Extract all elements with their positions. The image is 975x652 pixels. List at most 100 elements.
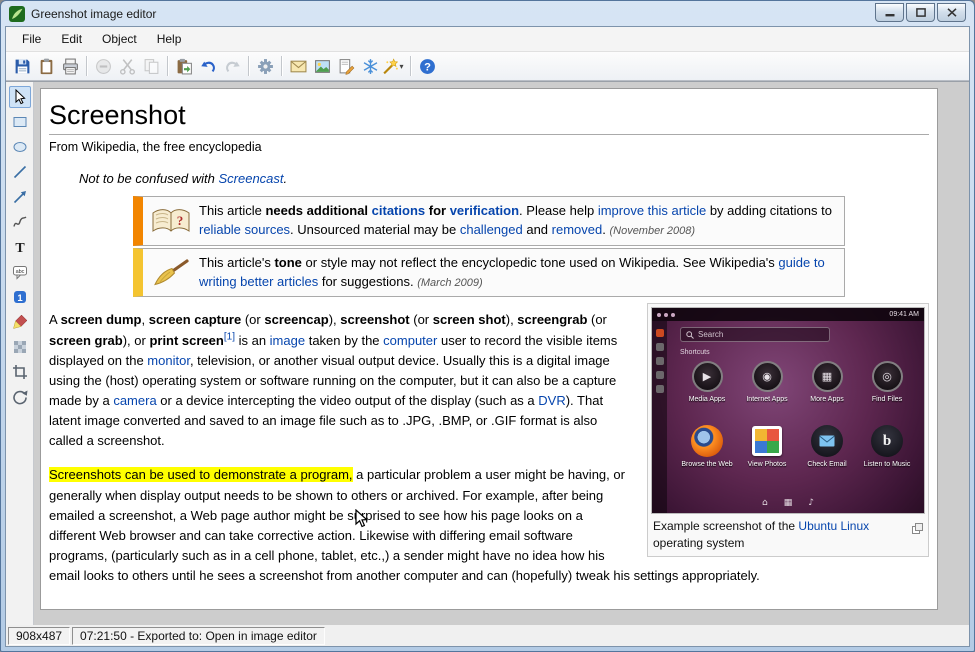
text-segment: print screen bbox=[149, 333, 223, 348]
menu-object[interactable]: Object bbox=[92, 28, 147, 50]
toolbar-separator bbox=[248, 56, 249, 76]
obfuscate-tool[interactable] bbox=[9, 336, 31, 358]
crop-icon bbox=[12, 364, 28, 380]
settings-icon bbox=[257, 58, 274, 75]
editor-canvas[interactable]: Screenshot From Wikipedia, the free ency… bbox=[34, 82, 969, 625]
edit-button[interactable] bbox=[334, 54, 358, 78]
internet-apps-icon: ◉ bbox=[752, 361, 783, 392]
toolbar-separator bbox=[410, 56, 411, 76]
copy-to-clipboard-button[interactable] bbox=[34, 54, 58, 78]
text-segment: screen dump bbox=[61, 312, 142, 327]
freehand-tool[interactable] bbox=[9, 211, 31, 233]
help-button[interactable]: ? bbox=[415, 54, 439, 78]
delete-icon bbox=[95, 58, 112, 75]
text-segment: Example screenshot of the bbox=[653, 519, 798, 533]
text-segment: This article's bbox=[199, 255, 274, 270]
counter-tool[interactable]: 1 bbox=[9, 286, 31, 308]
effects-button[interactable] bbox=[358, 54, 382, 78]
text-segment: taken by the bbox=[305, 333, 383, 348]
help-icon: ? bbox=[419, 58, 436, 75]
freehand-icon bbox=[12, 214, 28, 230]
text-segment: Not to be confused with bbox=[79, 171, 218, 186]
copy-button[interactable] bbox=[139, 54, 163, 78]
undo-button[interactable] bbox=[196, 54, 220, 78]
selection-tool[interactable] bbox=[9, 86, 31, 108]
print-icon bbox=[62, 58, 79, 75]
email-icon bbox=[290, 58, 307, 75]
svg-text:1: 1 bbox=[17, 293, 23, 304]
more-apps-icon: ▦ bbox=[812, 361, 843, 392]
menu-help[interactable]: Help bbox=[147, 28, 192, 50]
ellipse-icon bbox=[12, 139, 28, 155]
cursor-icon bbox=[12, 89, 28, 105]
minimize-button[interactable] bbox=[875, 3, 904, 22]
link-text: computer bbox=[383, 333, 437, 348]
tone-notice: This article's tone or style may not ref… bbox=[133, 248, 845, 298]
toolbar-separator bbox=[281, 56, 282, 76]
titlebar[interactable]: Greenshot image editor bbox=[5, 1, 970, 26]
rotate-tool[interactable] bbox=[9, 386, 31, 408]
text-segment: needs additional bbox=[265, 203, 371, 218]
clipboard-icon bbox=[38, 58, 55, 75]
link-text: verification bbox=[450, 203, 519, 218]
arrow-tool[interactable] bbox=[9, 186, 31, 208]
paste-button[interactable] bbox=[172, 54, 196, 78]
music-note-icon: ♪ bbox=[808, 497, 814, 511]
music-app-icon: b bbox=[871, 425, 903, 457]
delete-button[interactable] bbox=[91, 54, 115, 78]
line-tool[interactable] bbox=[9, 161, 31, 183]
counter-icon: 1 bbox=[12, 289, 28, 305]
maximize-button[interactable] bbox=[906, 3, 935, 22]
highlighter-icon bbox=[12, 314, 28, 330]
redo-button[interactable] bbox=[220, 54, 244, 78]
highlighter-tool[interactable] bbox=[9, 311, 31, 333]
rectangle-icon bbox=[12, 114, 28, 130]
hatnote: Not to be confused with Screencast. bbox=[79, 169, 929, 189]
link-text: reliable sources bbox=[199, 222, 290, 237]
ubuntu-clock: 09:41 AM bbox=[889, 310, 919, 321]
close-button[interactable] bbox=[937, 3, 966, 22]
text-segment: ), bbox=[329, 312, 341, 327]
article-title: Screenshot bbox=[49, 99, 929, 135]
link-text: removed bbox=[552, 222, 603, 237]
text-segment: (or bbox=[410, 312, 433, 327]
magic-wand-button[interactable]: ▾ bbox=[382, 54, 406, 78]
text-segment: screen capture bbox=[149, 312, 242, 327]
text-segment: for bbox=[425, 203, 450, 218]
text-segment: , bbox=[142, 312, 149, 327]
text-segment: is an bbox=[235, 333, 270, 348]
obfuscate-icon bbox=[12, 339, 28, 355]
svg-text:abc: abc bbox=[15, 269, 24, 275]
editor-main: T abc 1 bbox=[6, 81, 969, 625]
text-segment: tone bbox=[274, 255, 301, 270]
print-button[interactable] bbox=[58, 54, 82, 78]
text-segment: ), bbox=[506, 312, 518, 327]
image-export-button[interactable] bbox=[310, 54, 334, 78]
window-title: Greenshot image editor bbox=[31, 7, 869, 21]
copy-icon bbox=[143, 58, 160, 75]
rotate-icon bbox=[12, 389, 28, 405]
link-text: Screencast bbox=[218, 171, 283, 186]
image-dimensions: 908x487 bbox=[8, 627, 70, 645]
text-segment: A bbox=[49, 312, 61, 327]
rectangle-tool[interactable] bbox=[9, 111, 31, 133]
settings-button[interactable] bbox=[253, 54, 277, 78]
ubuntu-screenshot-thumbnail: 09:41 AM Search Shortcuts bbox=[651, 307, 925, 514]
captured-screenshot[interactable]: Screenshot From Wikipedia, the free ency… bbox=[40, 88, 938, 610]
link-text: camera bbox=[113, 393, 156, 408]
text-tool[interactable]: T bbox=[9, 236, 31, 258]
cut-button[interactable] bbox=[115, 54, 139, 78]
media-apps-icon: ▶ bbox=[692, 361, 723, 392]
undo-icon bbox=[200, 58, 217, 75]
menu-edit[interactable]: Edit bbox=[51, 28, 92, 50]
save-button[interactable] bbox=[10, 54, 34, 78]
ellipse-tool[interactable] bbox=[9, 136, 31, 158]
text-segment: or style may not reflect the encyclopedi… bbox=[302, 255, 779, 270]
enlarge-icon bbox=[912, 520, 923, 550]
text-segment: (November 2008) bbox=[609, 225, 695, 237]
speechbubble-tool[interactable]: abc bbox=[9, 261, 31, 283]
crop-tool[interactable] bbox=[9, 361, 31, 383]
email-button[interactable] bbox=[286, 54, 310, 78]
save-icon bbox=[14, 58, 31, 75]
menu-file[interactable]: File bbox=[12, 28, 51, 50]
